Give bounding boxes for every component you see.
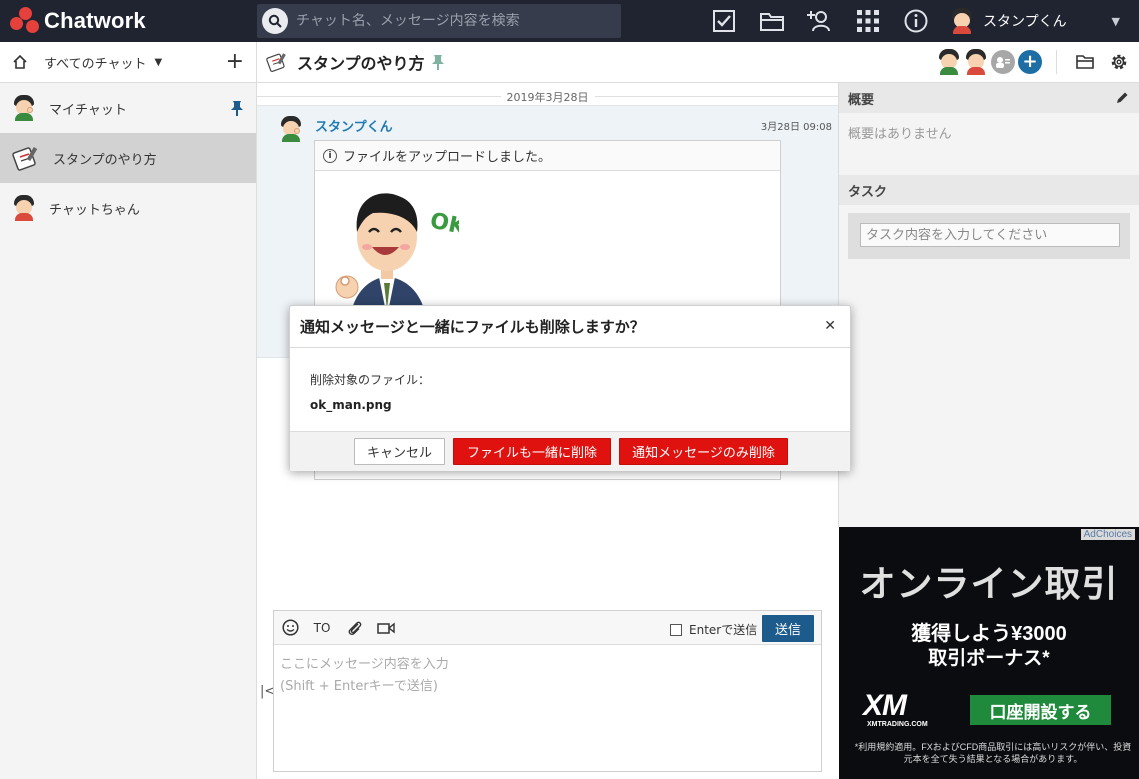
task-check-icon[interactable] xyxy=(700,0,748,42)
target-file-name: ok_man.png xyxy=(310,398,392,412)
summary-title: 概要 xyxy=(848,92,875,108)
checkbox[interactable] xyxy=(670,623,682,636)
sidebar: すべてのチャット ▼ + マイチャット スタンプのやり方 チャットちゃん xyxy=(0,42,257,779)
attachment-icon[interactable] xyxy=(338,611,370,645)
room-avatar xyxy=(12,95,36,121)
search-input[interactable] xyxy=(296,13,596,29)
member-list[interactable]: + xyxy=(937,49,1045,75)
sender-name[interactable]: スタンプくん xyxy=(315,116,393,135)
chat-header: スタンプのやり方 + xyxy=(257,42,1139,83)
search-bar xyxy=(257,4,621,38)
dialog-header: 通知メッセージと一緒にファイルも削除しますか？ ✕ xyxy=(290,306,850,348)
task-header: タスク xyxy=(839,175,1139,205)
file-notice: i ファイルをアップロードしました。 xyxy=(315,141,780,171)
summary-header: 概要 xyxy=(839,83,1139,113)
enter-to-send-label: Enterで送信 xyxy=(689,623,758,637)
info-icon: i xyxy=(323,148,337,163)
ok-text: OK! xyxy=(428,208,459,242)
user-name: スタンプくん xyxy=(983,14,1067,30)
cancel-button[interactable]: キャンセル xyxy=(354,438,445,465)
target-file-label: 削除対象のファイル： xyxy=(310,373,431,387)
pin-icon[interactable] xyxy=(431,54,445,70)
chat-filter: すべてのチャット ▼ + xyxy=(0,42,256,83)
member-avatar xyxy=(964,49,988,75)
sender-avatar[interactable] xyxy=(279,116,303,142)
folder-icon[interactable] xyxy=(748,0,796,42)
member-avatar xyxy=(937,49,961,75)
notepad-room-icon xyxy=(266,53,286,72)
input-placeholder-line2: (Shift + Enterキーで送信) xyxy=(280,679,438,694)
room-name: チャットちゃん xyxy=(49,202,140,218)
task-input[interactable] xyxy=(860,223,1120,247)
send-button[interactable]: 送信 xyxy=(762,615,814,642)
chatwork-app: Chatwork スタン xyxy=(0,0,1139,779)
ad-title: オンライン取引 xyxy=(859,563,1119,604)
notepad-room-icon xyxy=(12,146,38,171)
right-panel: 概要 概要はありません タスク xyxy=(838,83,1139,527)
room-name: スタンプのやり方 xyxy=(53,152,157,168)
ad-line2: 取引ボーナス* xyxy=(928,648,1050,669)
top-icons xyxy=(700,0,940,42)
delete-notice-only-button[interactable]: 通知メッセージのみ削除 xyxy=(619,438,788,465)
room-item-stamp-howto[interactable]: スタンプのやり方 xyxy=(0,133,256,183)
room-name: マイチャット xyxy=(49,102,127,118)
summary-text: 概要はありません xyxy=(839,113,1139,175)
app-logo[interactable]: Chatwork xyxy=(10,7,250,35)
delete-with-file-button[interactable]: ファイルも一緒に削除 xyxy=(453,438,611,465)
ad-footnote: *利用規約適用。FXおよびCFD商品取引には高いリスクが伴い、投資元本を全て失う… xyxy=(854,742,1132,764)
ad-logo-sub: XMTRADING.COM xyxy=(867,721,928,728)
caret-down-icon[interactable]: ▼ xyxy=(154,57,162,68)
delete-file-dialog: 通知メッセージと一緒にファイルも削除しますか？ ✕ 削除対象のファイル： ok_… xyxy=(289,305,851,471)
room-item-chat-chan[interactable]: チャットちゃん xyxy=(0,183,256,233)
input-placeholder-line1: ここにメッセージ内容を入力 xyxy=(280,657,449,672)
info-icon[interactable] xyxy=(892,0,940,42)
ad-line1: 獲得しよう¥3000 xyxy=(911,623,1067,645)
divider xyxy=(1056,50,1057,74)
gear-icon[interactable] xyxy=(1109,52,1129,72)
ad-cta-button[interactable]: 口座開設する xyxy=(970,695,1111,725)
divider xyxy=(257,357,289,358)
app-name: Chatwork xyxy=(44,8,146,33)
message-input[interactable]: ここにメッセージ内容を入力 (Shift + Enterキーで送信) xyxy=(274,646,821,771)
dialog-footer: キャンセル ファイルも一緒に削除 通知メッセージのみ削除 xyxy=(290,431,850,471)
task-input-area xyxy=(848,213,1130,259)
room-avatar xyxy=(12,195,36,221)
adchoices-label[interactable]: AdChoices xyxy=(1080,529,1135,540)
add-contact-icon[interactable] xyxy=(796,0,844,42)
message-timestamp: 3月28日 09:08 xyxy=(760,122,832,133)
date-separator: 2019年3月28日 xyxy=(257,89,838,104)
close-icon[interactable]: ✕ xyxy=(824,318,836,334)
emoji-icon[interactable] xyxy=(274,611,306,645)
to-button[interactable]: TO xyxy=(306,611,338,645)
add-chat-button[interactable]: + xyxy=(226,51,244,73)
filter-label[interactable]: すべてのチャット xyxy=(44,53,146,72)
chatwork-logo-icon xyxy=(10,7,40,35)
user-avatar xyxy=(950,8,974,34)
room-item-my-chat[interactable]: マイチャット xyxy=(0,83,256,133)
search-icon[interactable] xyxy=(262,8,288,34)
message-composer: TO Enterで送信 送信 ここにメッセージ内容を入力 (Shift + En… xyxy=(273,610,822,772)
member-group-icon[interactable] xyxy=(991,50,1015,74)
task-title: タスク xyxy=(848,184,888,200)
pin-icon[interactable] xyxy=(230,100,244,116)
user-menu[interactable]: スタンプくん ▼ xyxy=(950,0,1130,42)
enter-to-send-toggle[interactable]: Enterで送信 xyxy=(670,621,757,638)
dialog-title: 通知メッセージと一緒にファイルも削除しますか？ xyxy=(300,318,645,336)
video-call-icon[interactable] xyxy=(370,611,402,645)
advertisement[interactable]: AdChoices オンライン取引 獲得しよう¥3000 取引ボーナス* XM … xyxy=(839,527,1139,779)
edit-pencil-icon[interactable] xyxy=(1115,91,1129,105)
top-bar: Chatwork スタン xyxy=(0,0,1139,42)
folder-icon[interactable] xyxy=(1075,52,1095,72)
home-icon[interactable] xyxy=(12,54,28,70)
add-member-button[interactable]: + xyxy=(1018,50,1042,74)
composer-toolbar: TO Enterで送信 送信 xyxy=(274,611,821,645)
apps-grid-icon[interactable] xyxy=(844,0,892,42)
chat-title: スタンプのやり方 xyxy=(297,54,425,73)
dialog-body: 削除対象のファイル： ok_man.png xyxy=(290,348,850,431)
file-notice-text: ファイルをアップロードしました。 xyxy=(343,150,552,165)
caret-down-icon: ▼ xyxy=(1111,15,1120,28)
ad-logo: XM xyxy=(863,689,907,722)
